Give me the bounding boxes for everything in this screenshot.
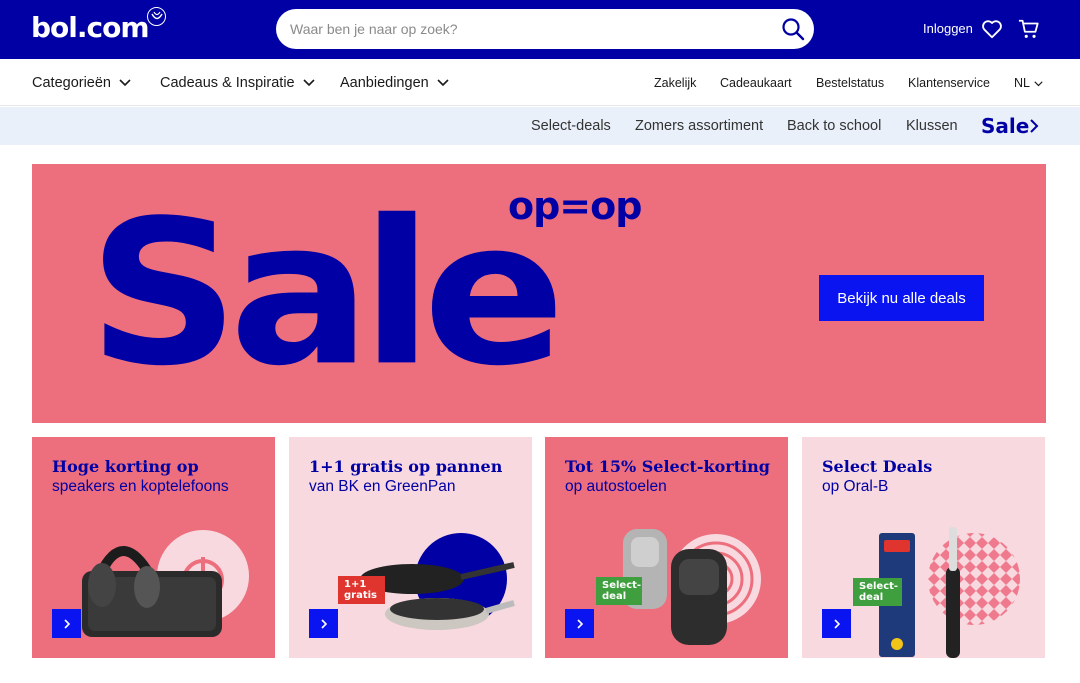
chevron-right-icon <box>63 618 70 629</box>
main-nav: Categorieën Cadeaus & Inspiratie Aanbied… <box>0 59 1080 106</box>
card-title: Hoge korting op <box>52 457 199 476</box>
promo-card-oral-b[interactable]: Select Deals op Oral-B Select-deal <box>802 437 1045 658</box>
nav-order-status[interactable]: Bestelstatus <box>816 76 884 90</box>
select-deal-badge: Select-deal <box>853 578 902 606</box>
chevron-right-icon <box>576 618 583 629</box>
chevron-right-icon[interactable] <box>1029 118 1039 134</box>
card-arrow-button[interactable] <box>822 609 851 638</box>
sub-nav: Select-deals Zomers assortiment Back to … <box>0 107 1080 145</box>
card-subtitle: van BK en GreenPan <box>309 478 456 495</box>
view-all-deals-button[interactable]: Bekijk nu alle deals <box>819 275 984 321</box>
cart-icon[interactable] <box>1018 18 1040 40</box>
subnav-select-deals[interactable]: Select-deals <box>531 118 611 134</box>
card-title: Tot 15% Select-korting <box>565 457 770 476</box>
login-link[interactable]: Inloggen <box>923 21 973 36</box>
chevron-down-icon <box>119 79 131 87</box>
nav-customer-service[interactable]: Klantenservice <box>908 76 990 90</box>
language-select[interactable]: NL <box>1014 76 1030 90</box>
nav-label: Categorieën <box>32 75 111 91</box>
card-title: 1+1 gratis op pannen <box>309 457 503 476</box>
chevron-down-icon <box>303 79 315 87</box>
subnav-back-to-school[interactable]: Back to school <box>787 118 881 134</box>
subnav-sale[interactable]: Sale <box>981 114 1029 138</box>
card-subtitle: op autostoelen <box>565 478 667 495</box>
heart-icon[interactable] <box>981 18 1003 40</box>
promo-card-pans[interactable]: 1+1 gratis op pannen van BK en GreenPan … <box>289 437 532 658</box>
card-arrow-button[interactable] <box>309 609 338 638</box>
nav-label: Cadeaus & Inspiratie <box>160 75 295 91</box>
subnav-klussen[interactable]: Klussen <box>906 118 958 134</box>
nav-gifts[interactable]: Cadeaus & Inspiratie <box>160 75 315 91</box>
select-deal-badge: Select-deal <box>596 577 642 605</box>
promo-card-audio[interactable]: Hoge korting op speakers en koptelefoons <box>32 437 275 658</box>
logo[interactable]: bol.com <box>31 11 150 44</box>
chevron-down-icon <box>437 79 449 87</box>
nav-offers[interactable]: Aanbiedingen <box>340 75 449 91</box>
nav-label: Aanbiedingen <box>340 75 429 91</box>
chevron-right-icon <box>833 618 840 629</box>
top-header: bol.com Inloggen <box>0 0 1080 59</box>
chevron-down-icon <box>1034 81 1043 87</box>
nav-business[interactable]: Zakelijk <box>654 76 696 90</box>
card-title: Select Deals <box>822 457 933 476</box>
nav-categories[interactable]: Categorieën <box>32 75 131 91</box>
search-input[interactable] <box>290 17 770 41</box>
card-arrow-button[interactable] <box>52 609 81 638</box>
logo-smile-icon <box>147 7 166 26</box>
card-subtitle: op Oral-B <box>822 478 889 495</box>
nav-giftcard[interactable]: Cadeaukaart <box>720 76 792 90</box>
search-icon[interactable] <box>781 17 805 41</box>
promo-card-car-seats[interactable]: Tot 15% Select-korting op autostoelen Se… <box>545 437 788 658</box>
search-bar <box>276 9 814 49</box>
chevron-right-icon <box>320 618 327 629</box>
card-subtitle: speakers en koptelefoons <box>52 478 229 495</box>
hero-sale-text: Sale <box>88 177 565 410</box>
hero-banner[interactable]: Sale op=op Bekijk nu alle deals <box>32 164 1046 423</box>
card-arrow-button[interactable] <box>565 609 594 638</box>
promo-badge: 1+1 gratis <box>338 576 385 604</box>
hero-op-op-text: op=op <box>508 184 642 228</box>
subnav-summer[interactable]: Zomers assortiment <box>635 118 763 134</box>
